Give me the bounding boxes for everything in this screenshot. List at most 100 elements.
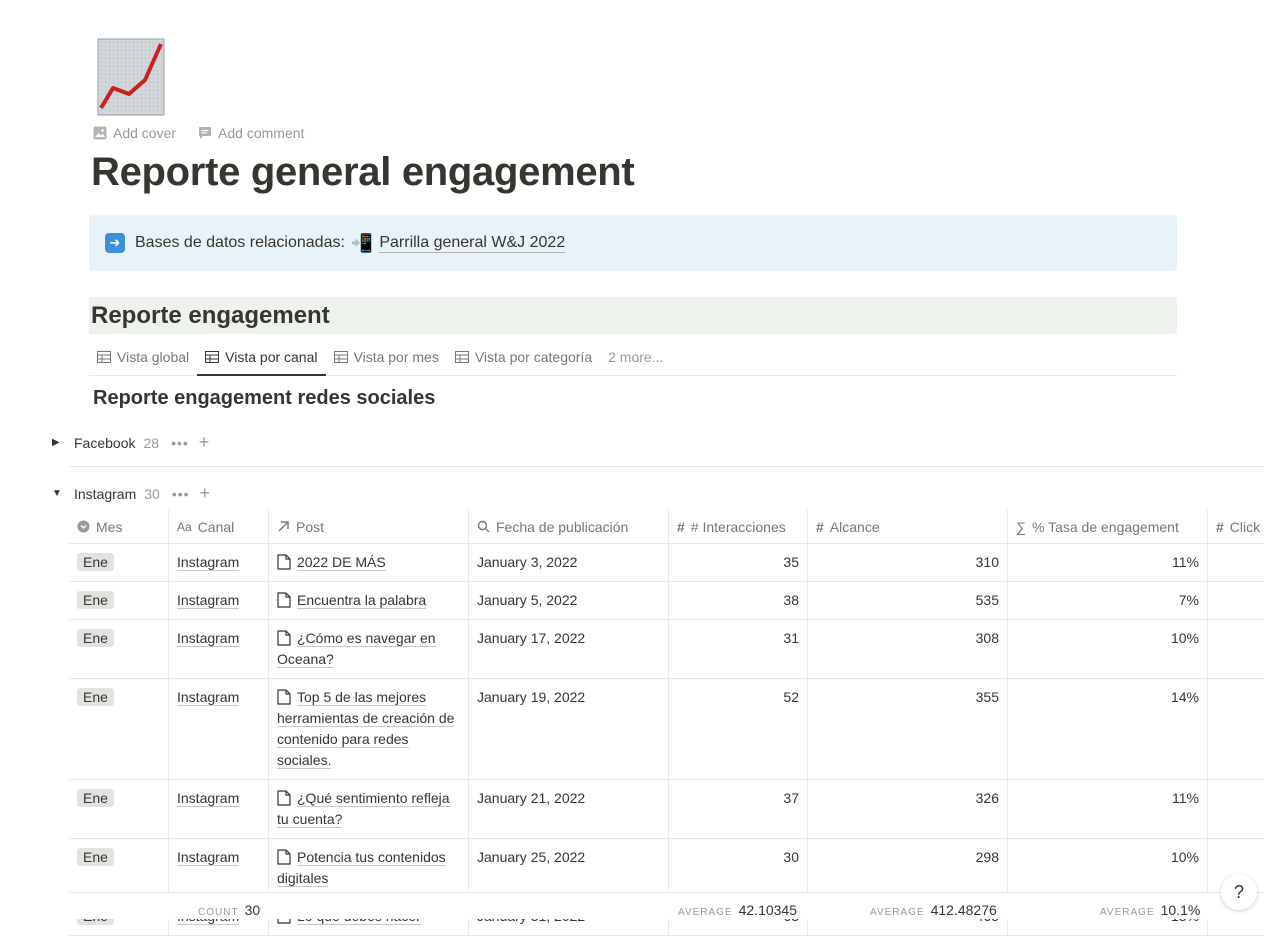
section-title[interactable]: Reporte engagement bbox=[91, 302, 330, 330]
cell-tasa[interactable]: 11% bbox=[1008, 544, 1208, 581]
cell-clicks[interactable] bbox=[1208, 679, 1264, 779]
page-icon-chart-increasing[interactable] bbox=[97, 38, 165, 116]
column-header-canal[interactable]: Aa Canal bbox=[169, 510, 269, 543]
canal-title[interactable]: Instagram bbox=[177, 849, 240, 866]
cell-canal[interactable]: Instagram bbox=[169, 679, 269, 779]
cell-canal[interactable]: Instagram bbox=[169, 544, 269, 581]
table-row[interactable]: Ene Instagram Top 5 de las mejores herrami… bbox=[69, 679, 1264, 780]
cell-post[interactable]: ¿Cómo es navegar en Oceana? bbox=[269, 620, 469, 678]
add-row-icon[interactable]: + bbox=[200, 483, 211, 504]
cell-mes[interactable]: Ene bbox=[69, 544, 169, 581]
tab-more-views[interactable]: 2 more... bbox=[600, 339, 671, 375]
cell-fecha[interactable]: January 25, 2022 bbox=[469, 839, 669, 897]
cell-canal[interactable]: Instagram bbox=[169, 582, 269, 619]
cell-tasa[interactable]: 7% bbox=[1008, 582, 1208, 619]
post-relation-link[interactable]: Top 5 de las mejores herramientas de cre… bbox=[277, 689, 455, 769]
cell-interacciones[interactable]: 52 bbox=[669, 679, 808, 779]
post-relation-link[interactable]: Encuentra la palabra bbox=[297, 592, 427, 609]
tab-vista-por-mes[interactable]: Vista por mes bbox=[326, 339, 447, 375]
add-cover-button[interactable]: Add cover bbox=[93, 125, 176, 141]
cell-interacciones[interactable]: 38 bbox=[669, 582, 808, 619]
count-aggregate[interactable]: COUNT 30 bbox=[198, 902, 260, 918]
table-row[interactable]: Ene Instagram ¿Cómo es navegar en Oceana? J… bbox=[69, 620, 1264, 679]
column-header-clicks[interactable]: # Click bbox=[1208, 510, 1264, 543]
cell-canal[interactable]: Instagram bbox=[169, 780, 269, 838]
group-count: 30 bbox=[144, 485, 160, 502]
column-header-interacciones[interactable]: # # Interacciones bbox=[669, 510, 808, 543]
cell-fecha[interactable]: January 21, 2022 bbox=[469, 780, 669, 838]
tab-vista-por-categoria[interactable]: Vista por categoría bbox=[447, 339, 600, 375]
add-row-icon[interactable]: + bbox=[199, 432, 210, 453]
cell-alcance[interactable]: 535 bbox=[808, 582, 1008, 619]
cell-tasa[interactable]: 10% bbox=[1008, 620, 1208, 678]
table-row[interactable]: Ene Instagram 2022 DE MÁS January 3, 2022 35… bbox=[69, 544, 1264, 582]
cell-mes[interactable]: Ene bbox=[69, 780, 169, 838]
post-relation-link[interactable]: 2022 DE MÁS bbox=[297, 554, 386, 571]
cell-clicks[interactable] bbox=[1208, 780, 1264, 838]
canal-title[interactable]: Instagram bbox=[177, 554, 240, 571]
table-row[interactable]: Ene Instagram ¿Qué sentimiento refleja tu … bbox=[69, 780, 1264, 839]
cell-post[interactable]: Top 5 de las mejores herramientas de cre… bbox=[269, 679, 469, 779]
cell-fecha[interactable]: January 19, 2022 bbox=[469, 679, 669, 779]
canal-title[interactable]: Instagram bbox=[177, 689, 240, 706]
expand-triangle-icon[interactable]: ▶ bbox=[52, 437, 64, 448]
cell-fecha[interactable]: January 17, 2022 bbox=[469, 620, 669, 678]
cell-tasa[interactable]: 11% bbox=[1008, 780, 1208, 838]
column-header-alcance[interactable]: # Alcance bbox=[808, 510, 1008, 543]
cell-interacciones[interactable]: 35 bbox=[669, 544, 808, 581]
more-options-icon[interactable]: ••• bbox=[171, 435, 189, 451]
database-view-tabs: Vista global Vista por canal Vista por m… bbox=[89, 339, 1177, 376]
cell-mes[interactable]: Ene bbox=[69, 582, 169, 619]
post-relation-link[interactable]: Potencia tus contenidos digitales bbox=[277, 849, 446, 887]
cell-clicks[interactable] bbox=[1208, 544, 1264, 581]
column-header-post[interactable]: Post bbox=[269, 510, 469, 543]
canal-title[interactable]: Instagram bbox=[177, 790, 240, 807]
column-header-fecha[interactable]: Fecha de publicación bbox=[469, 510, 669, 543]
tab-vista-por-canal[interactable]: Vista por canal bbox=[197, 339, 326, 376]
cell-mes[interactable]: Ene bbox=[69, 620, 169, 678]
cell-canal[interactable]: Instagram bbox=[169, 620, 269, 678]
tab-vista-global[interactable]: Vista global bbox=[89, 339, 197, 375]
canal-title[interactable]: Instagram bbox=[177, 592, 240, 609]
cell-canal[interactable]: Instagram bbox=[169, 839, 269, 897]
collapse-triangle-icon[interactable]: ▼ bbox=[52, 488, 64, 499]
cell-interacciones[interactable]: 30 bbox=[669, 839, 808, 897]
cell-tasa[interactable]: 10% bbox=[1008, 839, 1208, 897]
cell-post[interactable]: Potencia tus contenidos digitales bbox=[269, 839, 469, 897]
group-name[interactable]: Instagram bbox=[74, 486, 136, 502]
cell-clicks[interactable] bbox=[1208, 582, 1264, 619]
more-options-icon[interactable]: ••• bbox=[172, 486, 190, 502]
cell-interacciones[interactable]: 31 bbox=[669, 620, 808, 678]
database-title[interactable]: Reporte engagement redes sociales bbox=[93, 387, 435, 410]
cell-mes[interactable]: Ene bbox=[69, 839, 169, 897]
cell-post[interactable]: Encuentra la palabra bbox=[269, 582, 469, 619]
canal-title[interactable]: Instagram bbox=[177, 630, 240, 647]
cell-alcance[interactable]: 355 bbox=[808, 679, 1008, 779]
post-relation-link[interactable]: ¿Cómo es navegar en Oceana? bbox=[277, 630, 436, 668]
cell-clicks[interactable] bbox=[1208, 620, 1264, 678]
table-row[interactable]: Ene Instagram Encuentra la palabra January … bbox=[69, 582, 1264, 620]
average-alcance-aggregate[interactable]: AVERAGE 412.48276 bbox=[870, 902, 997, 918]
column-header-tasa[interactable]: ∑ % Tasa de engagement bbox=[1008, 510, 1208, 543]
cell-post[interactable]: ¿Qué sentimiento refleja tu cuenta? bbox=[269, 780, 469, 838]
cell-fecha[interactable]: January 5, 2022 bbox=[469, 582, 669, 619]
average-tasa-aggregate[interactable]: AVERAGE 10.1% bbox=[1100, 902, 1200, 918]
related-database-link[interactable]: Parrilla general W&J 2022 bbox=[379, 234, 566, 253]
add-comment-button[interactable]: Add comment bbox=[198, 125, 304, 141]
cell-alcance[interactable]: 326 bbox=[808, 780, 1008, 838]
average-interacciones-aggregate[interactable]: AVERAGE 42.10345 bbox=[678, 902, 797, 918]
table-row[interactable]: Ene Instagram Potencia tus contenidos digi… bbox=[69, 839, 1264, 898]
cell-alcance[interactable]: 298 bbox=[808, 839, 1008, 897]
page-title[interactable]: Reporte general engagement bbox=[91, 150, 635, 195]
cell-alcance[interactable]: 310 bbox=[808, 544, 1008, 581]
cell-alcance[interactable]: 308 bbox=[808, 620, 1008, 678]
post-relation-link[interactable]: ¿Qué sentimiento refleja tu cuenta? bbox=[277, 790, 450, 828]
cell-post[interactable]: 2022 DE MÁS bbox=[269, 544, 469, 581]
cell-mes[interactable]: Ene bbox=[69, 679, 169, 779]
group-name[interactable]: Facebook bbox=[74, 435, 135, 451]
cell-fecha[interactable]: January 3, 2022 bbox=[469, 544, 669, 581]
help-button[interactable]: ? bbox=[1221, 874, 1257, 910]
cell-interacciones[interactable]: 37 bbox=[669, 780, 808, 838]
column-header-mes[interactable]: Mes bbox=[69, 510, 169, 543]
cell-tasa[interactable]: 14% bbox=[1008, 679, 1208, 779]
